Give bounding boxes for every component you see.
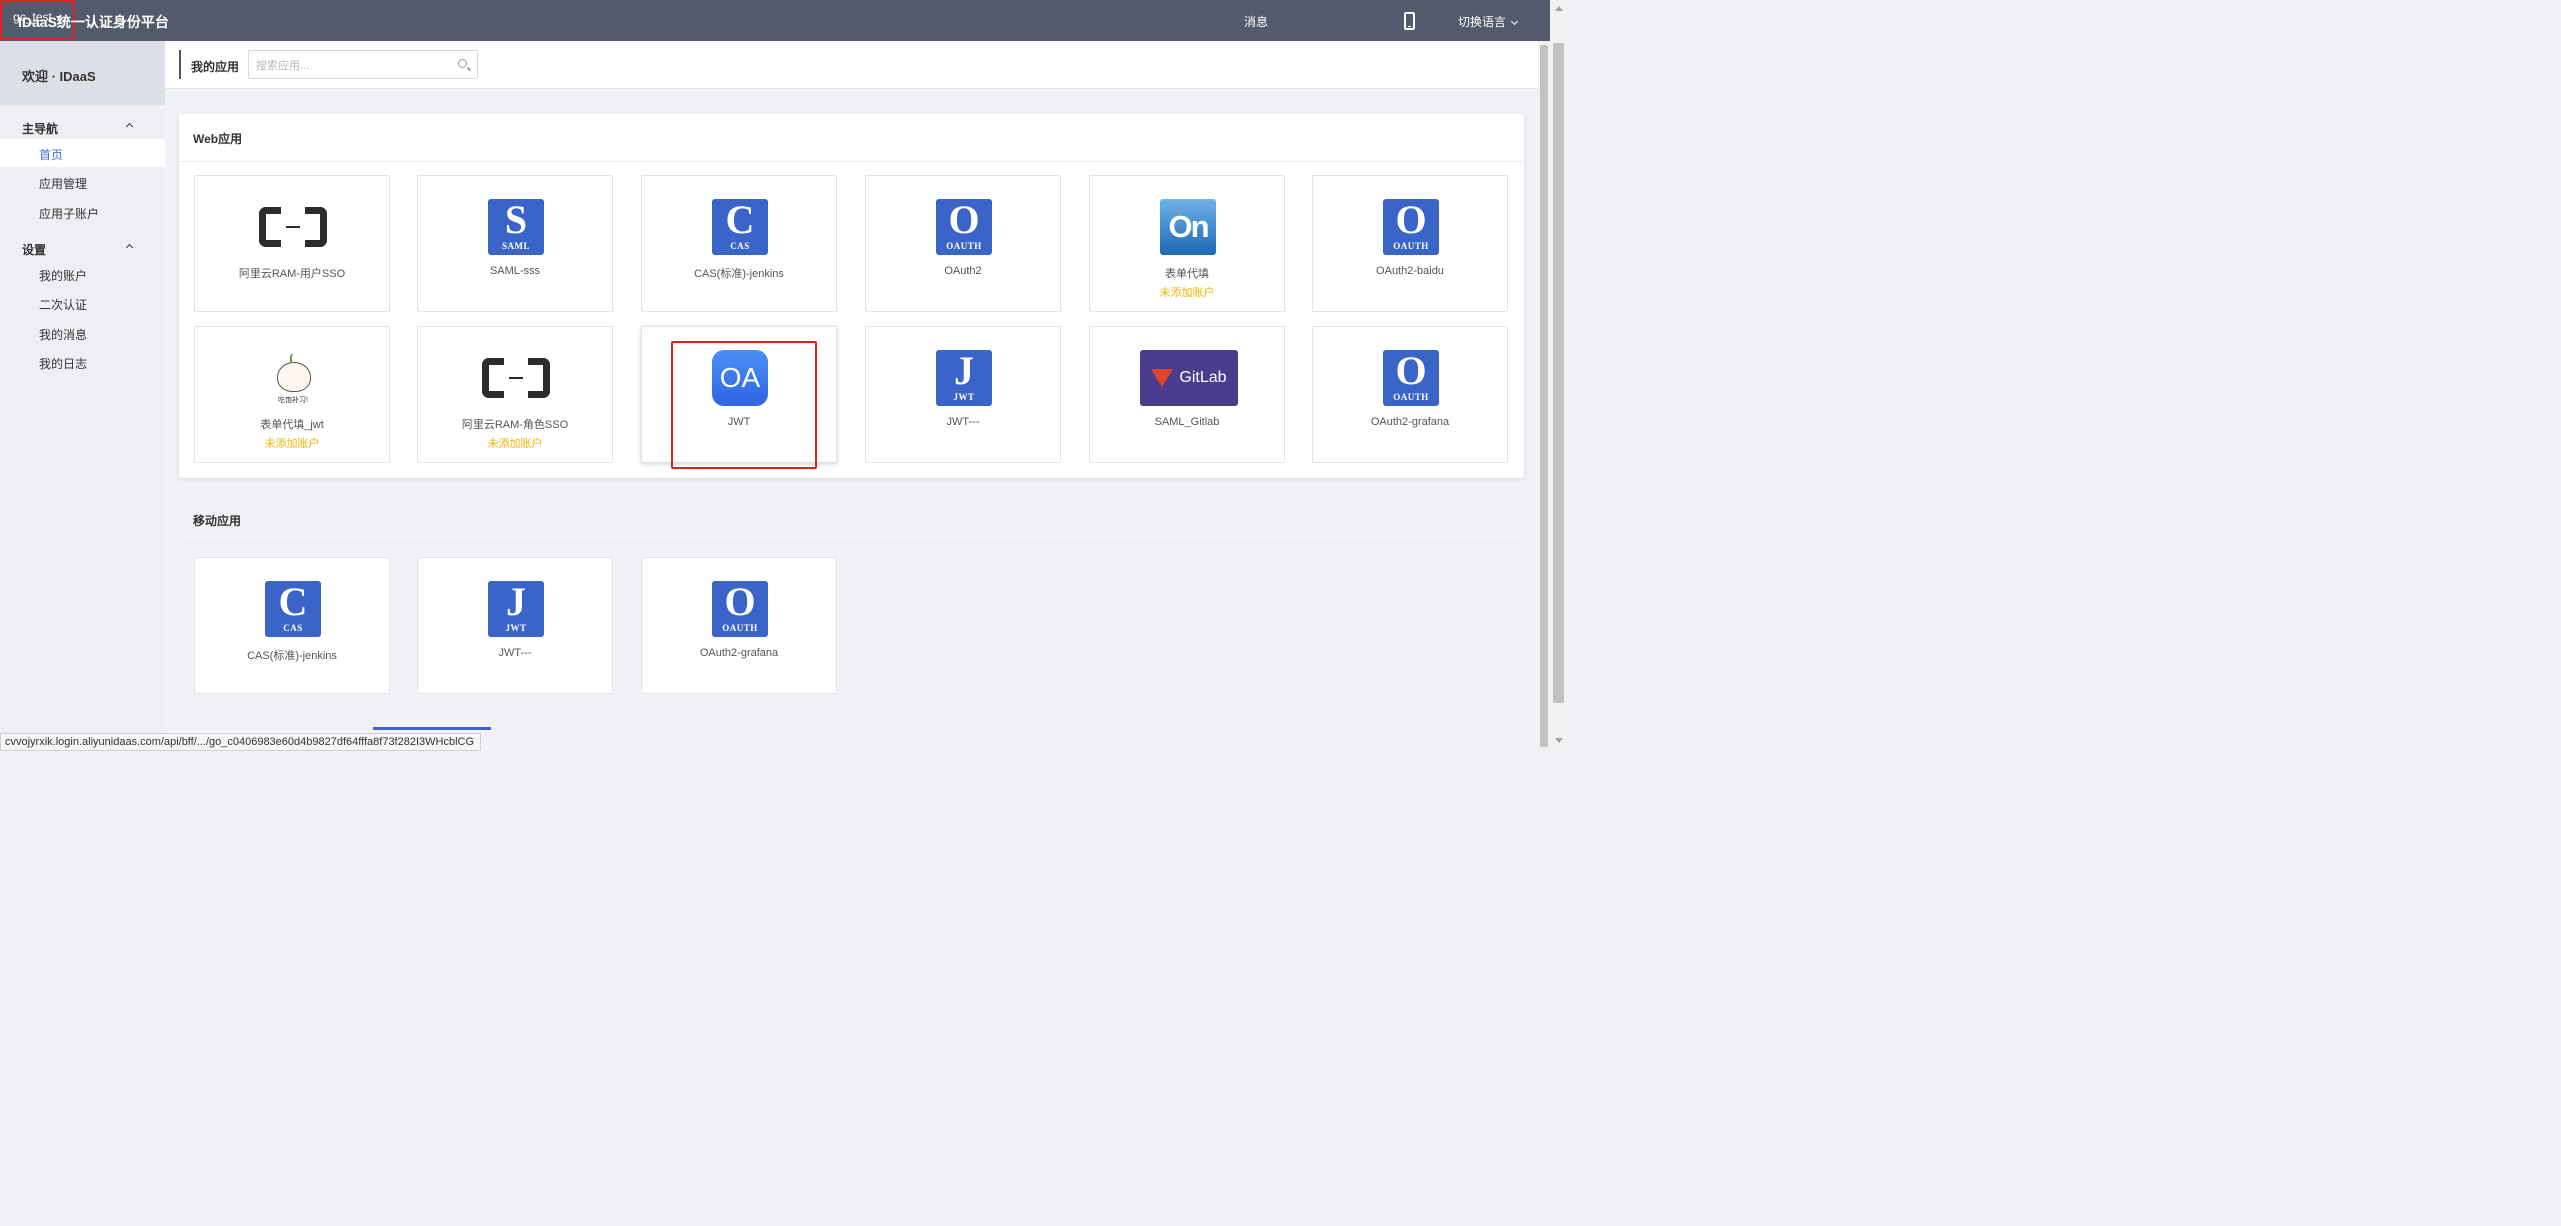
app-name: SAML-sss <box>489 265 541 277</box>
account-status: 未添加账户 <box>487 438 543 450</box>
sidebar-item-my-account[interactable]: 我的账户 <box>0 260 165 288</box>
app-card[interactable]: O OAUTH OAuth2-grafana <box>1312 326 1508 463</box>
mascot-icon: 吃饱补习! <box>265 350 321 406</box>
search-input[interactable]: 搜索应用... <box>248 50 478 79</box>
page-scrollbar[interactable] <box>1550 0 1568 751</box>
divider <box>179 543 1524 544</box>
gitlab-icon: GitLab <box>1140 350 1238 406</box>
app-card[interactable]: C CAS CAS(标准)-jenkins <box>641 175 837 312</box>
app-name: CAS(标准)-jenkins <box>694 268 784 280</box>
app-card[interactable]: J JWT JWT--- <box>417 557 613 694</box>
cas-icon: C CAS <box>265 581 321 637</box>
chevron-up-icon <box>125 122 134 131</box>
app-name: JWT--- <box>498 647 532 659</box>
oauth-icon: O OAUTH <box>712 581 768 637</box>
nav-group-label: 设置 <box>22 243 47 257</box>
sidebar-item-my-messages[interactable]: 我的消息 <box>0 319 165 347</box>
scroll-up-arrow-icon[interactable] <box>1555 6 1563 11</box>
nav-group-label: 主导航 <box>22 122 59 136</box>
chevron-down-icon <box>1510 17 1519 26</box>
app-name: OAuth2-grafana <box>1370 416 1450 428</box>
app-card[interactable]: O OAUTH OAuth2 <box>865 175 1061 312</box>
scrollbar-thumb[interactable] <box>1540 45 1548 747</box>
sidebar-item-two-factor[interactable]: 二次认证 <box>0 289 165 317</box>
status-bar-url: cvvojyrxik.login.aliyunidaas.com/api/bff… <box>0 733 482 751</box>
main-content: 我的应用 搜索应用... Web应用 阿里云RAM-用户SSO S SAML SA… <box>165 41 1538 751</box>
app-card[interactable]: 阿里云RAM-角色SSO 未添加账户 <box>417 326 613 463</box>
app-card[interactable]: On 表单代填 未添加账户 <box>1089 175 1285 312</box>
language-switch[interactable]: 切换语言 <box>1458 13 1519 30</box>
divider <box>179 161 1524 162</box>
app-name: JWT <box>727 416 751 428</box>
top-bar: IDaaS统一认证身份平台 消息 gc_test 切换语言 <box>0 0 1550 41</box>
sidebar-item-app-management[interactable]: 应用管理 <box>0 168 165 196</box>
app-card-jwt[interactable]: OA JWT <box>641 326 837 463</box>
oa-icon: OA <box>712 350 768 406</box>
scroll-down-arrow-icon[interactable] <box>1555 738 1563 743</box>
mobile-phone-icon[interactable] <box>1404 12 1415 30</box>
jwt-icon: J JWT <box>936 350 992 406</box>
app-card[interactable]: GitLab SAML_Gitlab <box>1089 326 1285 463</box>
messages-link[interactable]: 消息 <box>1244 13 1268 30</box>
content-scrollbar[interactable] <box>1538 41 1550 751</box>
sidebar: 欢迎 · IDaaS 主导航 首页 应用管理 应用子账户 设置 我的账户 二次认… <box>0 41 165 751</box>
app-name: SAML_Gitlab <box>1154 416 1220 428</box>
search-placeholder: 搜索应用... <box>256 60 310 72</box>
form-fill-icon: On <box>1160 199 1216 255</box>
app-name: JWT--- <box>946 416 980 428</box>
account-status: 未添加账户 <box>1159 287 1215 299</box>
account-status: 未添加账户 <box>264 438 320 450</box>
jwt-icon: J JWT <box>488 581 544 637</box>
app-card[interactable]: 阿里云RAM-用户SSO <box>194 175 390 312</box>
welcome-banner: 欢迎 · IDaaS <box>0 41 165 105</box>
aliyun-logo-icon <box>482 350 550 406</box>
app-card[interactable]: O OAUTH OAuth2-grafana <box>641 557 837 694</box>
app-card[interactable]: 吃饱补习! 表单代填_jwt 未添加账户 <box>194 326 390 463</box>
app-name: 阿里云RAM-用户SSO <box>238 268 346 280</box>
app-name: OAuth2-grafana <box>699 647 779 659</box>
app-name: 阿里云RAM-角色SSO <box>461 419 569 431</box>
app-name: OAuth2-baidu <box>1376 265 1444 277</box>
sidebar-item-home[interactable]: 首页 <box>0 139 165 167</box>
toolbar: 我的应用 搜索应用... <box>165 41 1538 89</box>
search-icon[interactable] <box>458 59 467 68</box>
app-name: 表单代填 <box>1165 268 1209 280</box>
app-name: OAuth2 <box>944 265 982 277</box>
language-label: 切换语言 <box>1458 15 1507 29</box>
chevron-up-icon <box>125 243 134 252</box>
app-card[interactable]: S SAML SAML-sss <box>417 175 613 312</box>
web-apps-panel: Web应用 阿里云RAM-用户SSO S SAML SAML-sss C CAS C… <box>179 114 1524 478</box>
nav-group-settings[interactable]: 设置 <box>22 241 134 258</box>
app-name: 表单代填_jwt <box>260 419 324 431</box>
app-card[interactable]: C CAS CAS(标准)-jenkins <box>194 557 390 694</box>
app-card[interactable]: J JWT JWT--- <box>865 326 1061 463</box>
app-name: CAS(标准)-jenkins <box>247 650 337 662</box>
nav-group-main[interactable]: 主导航 <box>22 120 134 137</box>
brand-title: IDaaS统一认证身份平台 <box>18 14 169 30</box>
sidebar-item-my-logs[interactable]: 我的日志 <box>0 348 165 376</box>
page-title: 我的应用 <box>179 50 239 79</box>
oauth-icon: O OAUTH <box>1383 350 1439 406</box>
partial-button <box>373 727 491 730</box>
saml-icon: S SAML <box>488 199 544 255</box>
app-card[interactable]: O OAUTH OAuth2-baidu <box>1312 175 1508 312</box>
oauth-icon: O OAUTH <box>1383 199 1439 255</box>
scrollbar-thumb[interactable] <box>1553 43 1564 703</box>
section-title-web-apps: Web应用 <box>193 132 243 146</box>
mobile-apps-section: 移动应用 C CAS CAS(标准)-jenkins J JWT JWT--- OO… <box>179 504 1524 751</box>
cas-icon: C CAS <box>712 199 768 255</box>
oauth-icon: O OAUTH <box>936 199 992 255</box>
sidebar-item-app-subaccounts[interactable]: 应用子账户 <box>0 198 165 226</box>
section-title-mobile-apps: 移动应用 <box>193 514 242 528</box>
aliyun-logo-icon <box>259 199 327 255</box>
